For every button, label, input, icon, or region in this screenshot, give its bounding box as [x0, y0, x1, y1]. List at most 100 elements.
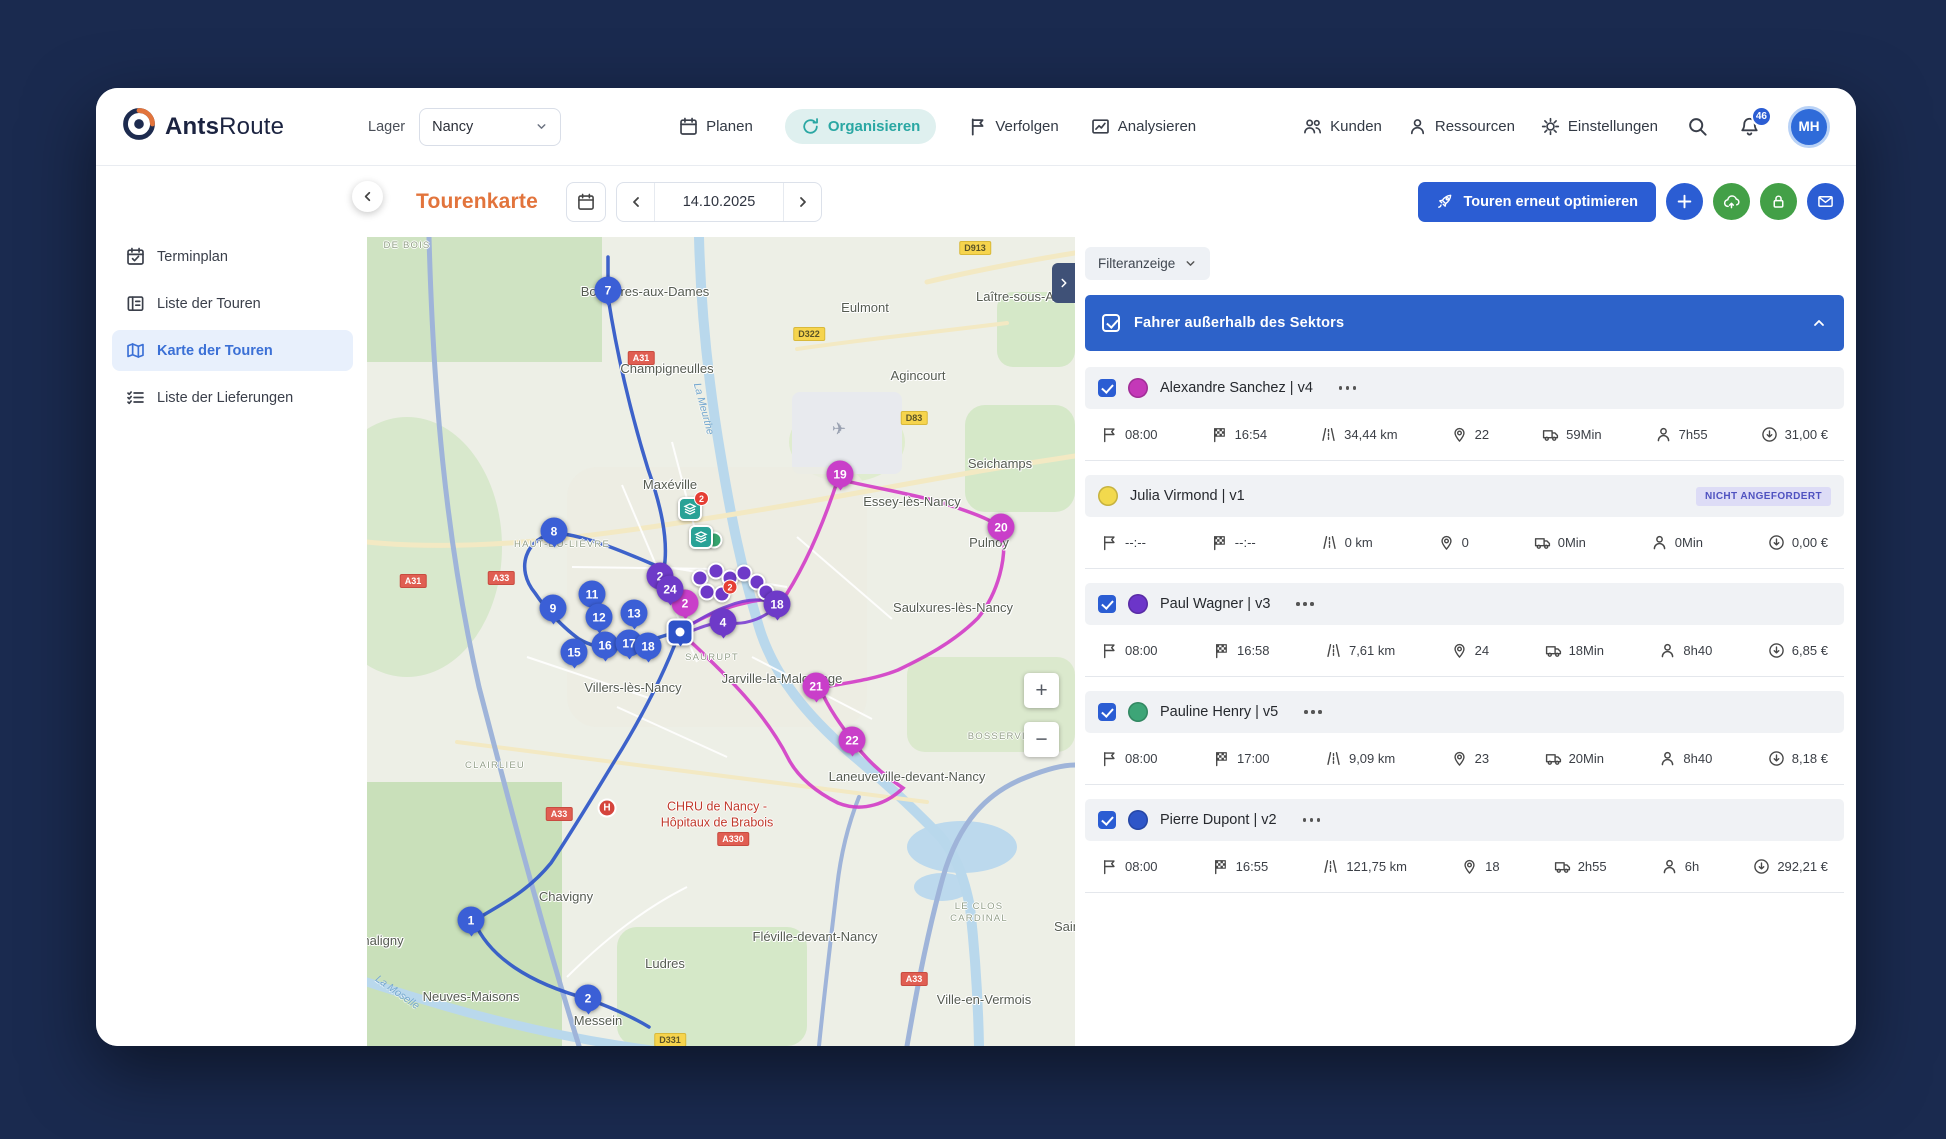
- driver-header[interactable]: Julia Virmond | v1 NICHT ANGEFORDERT: [1085, 475, 1844, 517]
- row-menu-icon[interactable]: [1302, 704, 1324, 720]
- chevron-right-icon: [795, 194, 811, 210]
- avatar[interactable]: MH: [1788, 106, 1830, 148]
- expand-map-button[interactable]: [1052, 263, 1075, 303]
- collapse-panel-button[interactable]: [352, 181, 383, 212]
- nav-kunden[interactable]: Kunden: [1303, 117, 1382, 136]
- driver-header[interactable]: Alexandre Sanchez | v4: [1085, 367, 1844, 409]
- road-shield: A33: [488, 571, 515, 585]
- driver-checkbox[interactable]: [1098, 595, 1116, 613]
- warehouse-select[interactable]: Nancy: [419, 108, 561, 146]
- sidebar-item-karte-der-touren[interactable]: Karte der Touren: [112, 330, 353, 371]
- nav-analysieren[interactable]: Analysieren: [1091, 117, 1196, 136]
- map-label-town: Laneuveville-devant-Nancy: [829, 769, 986, 785]
- map-marker-8[interactable]: 8: [541, 518, 568, 545]
- map-marker-19[interactable]: 19: [827, 461, 854, 488]
- warehouse-label: Lager: [368, 119, 405, 135]
- notifications-button[interactable]: 46: [1736, 114, 1762, 140]
- row-menu-icon[interactable]: [1301, 812, 1323, 828]
- warehouse-selected-value: Nancy: [432, 119, 473, 135]
- nav-organisieren[interactable]: Organisieren: [785, 109, 937, 144]
- zoom-out-button[interactable]: −: [1024, 722, 1059, 757]
- sidebar-item-liste-der-touren[interactable]: Liste der Touren: [112, 283, 353, 324]
- previous-day-button[interactable]: [617, 183, 655, 221]
- nav-ressourcen[interactable]: Ressourcen: [1408, 117, 1515, 136]
- driver-list: Alexandre Sanchez | v4 08:00 16:54 34,44…: [1085, 367, 1844, 893]
- map-marker-24[interactable]: 24: [657, 576, 684, 603]
- chevron-right-icon: [1057, 276, 1071, 290]
- nav-verfolgen[interactable]: Verfolgen: [968, 117, 1058, 136]
- mail-icon: [1817, 193, 1834, 210]
- row-menu-icon[interactable]: [1294, 596, 1316, 612]
- driver-header[interactable]: Paul Wagner | v3: [1085, 583, 1844, 625]
- nav-planen[interactable]: Planen: [679, 117, 753, 136]
- search-button[interactable]: [1684, 114, 1710, 140]
- map-marker-18[interactable]: 18: [635, 633, 662, 660]
- brand-logo[interactable]: AntsRoute: [122, 107, 328, 146]
- map-marker-2[interactable]: 2: [575, 985, 602, 1012]
- map-icon: [126, 341, 145, 360]
- map-marker-18[interactable]: 18: [764, 591, 791, 618]
- current-date[interactable]: 14.10.2025: [655, 183, 783, 221]
- map-label-river: La Moselle: [372, 973, 421, 1013]
- stat-working-time: 0Min: [1651, 534, 1703, 551]
- sidebar-item-terminplan[interactable]: Terminplan: [112, 236, 353, 277]
- layers-icon: [694, 530, 708, 544]
- stat-driving-time: 20Min: [1545, 750, 1604, 767]
- top-right-nav: Kunden Ressourcen Einstellungen 46 MH: [1303, 106, 1830, 148]
- map-marker-13[interactable]: 13: [621, 600, 648, 627]
- tour-map[interactable]: DE BOISBouxières-aux-DamesEulmontLaître-…: [367, 237, 1075, 1046]
- depot-core: [676, 628, 685, 637]
- next-day-button[interactable]: [783, 183, 821, 221]
- stat-working-time: 8h40: [1659, 642, 1712, 659]
- stat-distance: 0 km: [1321, 534, 1373, 551]
- stat-stops: 22: [1451, 426, 1489, 443]
- map-label-town: Eulmont: [841, 300, 889, 316]
- sector-section-header[interactable]: Fahrer außerhalb des Sektors: [1085, 295, 1844, 351]
- lock-button[interactable]: [1760, 183, 1797, 220]
- map-marker-4[interactable]: 4: [710, 609, 737, 636]
- stat-start-time: 08:00: [1101, 750, 1158, 767]
- nav-einstellungen[interactable]: Einstellungen: [1541, 117, 1658, 136]
- map-marker-H[interactable]: H: [598, 799, 617, 818]
- map-marker-9[interactable]: 9: [540, 595, 567, 622]
- driver-name: Julia Virmond | v1: [1130, 488, 1245, 504]
- map-marker-21[interactable]: 21: [803, 673, 830, 700]
- stat-cost: 8,18 €: [1768, 750, 1828, 767]
- send-mail-button[interactable]: [1807, 183, 1844, 220]
- map-marker-7[interactable]: 7: [595, 277, 622, 304]
- driver-color-dot: [1128, 378, 1148, 398]
- zoom-in-button[interactable]: +: [1024, 673, 1059, 708]
- map-marker-layers[interactable]: 2: [678, 497, 702, 521]
- driver-stats: 08:00 17:00 9,09 km 23 20Min 8h40 8,18 €: [1085, 733, 1844, 785]
- map-marker-16[interactable]: 16: [592, 632, 619, 659]
- map-marker-dot[interactable]: 2: [714, 586, 731, 603]
- search-icon: [1687, 116, 1708, 137]
- gear-icon: [1541, 117, 1560, 136]
- driver-checkbox[interactable]: [1098, 379, 1116, 397]
- driver-header[interactable]: Pauline Henry | v5: [1085, 691, 1844, 733]
- sector-checkbox[interactable]: [1102, 314, 1120, 332]
- cloud-upload-button[interactable]: [1713, 183, 1750, 220]
- map-marker-20[interactable]: 20: [988, 514, 1015, 541]
- cloud-upload-icon: [1723, 193, 1740, 210]
- map-label-area: SAURUPT: [685, 652, 739, 664]
- map-marker-12[interactable]: 12: [586, 604, 613, 631]
- map-marker-depot[interactable]: [667, 619, 694, 646]
- map-marker-1[interactable]: 1: [458, 907, 485, 934]
- calendar-icon: [577, 193, 595, 211]
- map-marker-22[interactable]: 22: [839, 727, 866, 754]
- calendar-picker-button[interactable]: [566, 182, 606, 222]
- map-marker-layers[interactable]: [689, 525, 713, 549]
- driver-header[interactable]: Pierre Dupont | v2: [1085, 799, 1844, 841]
- map-marker-15[interactable]: 15: [561, 639, 588, 666]
- stat-end-time: 17:00: [1213, 750, 1270, 767]
- add-button[interactable]: [1666, 183, 1703, 220]
- plus-icon: [1676, 193, 1693, 210]
- row-menu-icon[interactable]: [1337, 380, 1359, 396]
- filter-display-dropdown[interactable]: Filteranzeige: [1085, 247, 1210, 280]
- reoptimize-tours-button[interactable]: Touren erneut optimieren: [1418, 182, 1656, 222]
- driver-checkbox[interactable]: [1098, 811, 1116, 829]
- sidebar-item-liste-der-lieferungen[interactable]: Liste der Lieferungen: [112, 377, 353, 418]
- toolbar-actions: Touren erneut optimieren: [1418, 182, 1844, 222]
- driver-checkbox[interactable]: [1098, 703, 1116, 721]
